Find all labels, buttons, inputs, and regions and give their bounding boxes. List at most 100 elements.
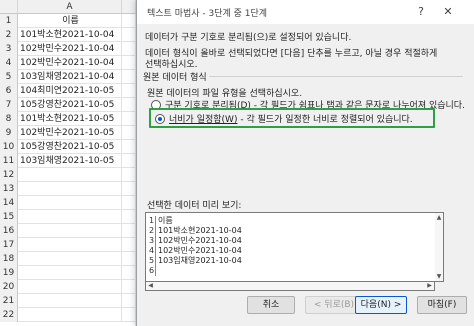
cell-a[interactable] [20, 182, 122, 196]
radio-fixed-width[interactable] [155, 113, 165, 124]
cell-a[interactable]: 105강영찬2021-10-05 [20, 140, 122, 154]
sheet-row: 5 103임채영2021-10-04 [0, 70, 140, 84]
cell-a[interactable]: 102박민수2021-10-04 [20, 42, 122, 56]
row-number[interactable]: 15 [0, 210, 18, 224]
cell-a[interactable]: 102박민수2021-10-04 [20, 56, 122, 70]
preview-row: 1 이름 [148, 216, 173, 226]
sheet-row: 22 [0, 308, 140, 322]
sheet-row: 1 이름 [0, 14, 140, 28]
data-preview[interactable]: 1 이름 2 101박소현2021-10-04 3 102박민수2021-10-04 4 10… [145, 212, 443, 282]
cell-a[interactable] [20, 308, 122, 322]
preview-row-value: 101박소현2021-10-04 [158, 226, 242, 235]
cell-a[interactable] [20, 224, 122, 238]
preview-row-value: 102박민수2021-10-04 [158, 236, 242, 245]
preview-row: 4 102박민수2021-10-04 [148, 246, 242, 256]
column-header-b[interactable] [122, 0, 136, 14]
preview-row-number: 1 [148, 216, 156, 226]
cell-a[interactable]: 104최미연2021-10-05 [20, 84, 122, 98]
row-number[interactable]: 7 [0, 98, 18, 112]
intro-text-3: 선택하십시오. [145, 60, 198, 70]
text-import-wizard-dialog: 텍스트 마법사 - 3단계 중 1단계 ? ✕ 데이터가 구분 기호로 분리됨(… [136, 0, 474, 326]
sheet-row: 12 [0, 168, 140, 182]
intro-text-1: 데이터가 구분 기호로 분리됨(으)로 설정되어 있습니다. [145, 33, 352, 43]
cell-a[interactable]: 102박민수2021-10-05 [20, 126, 122, 140]
cancel-button[interactable]: 취소 [247, 296, 295, 314]
preview-row: 6 [148, 266, 158, 276]
row-number[interactable]: 5 [0, 70, 18, 84]
sheet-row: 21 [0, 294, 140, 308]
preview-label: 선택한 데이터 미리 보기: [147, 201, 242, 211]
row-number[interactable]: 8 [0, 112, 18, 126]
dialog-title: 텍스트 마법사 - 3단계 중 1단계 [147, 9, 268, 19]
sheet-row: 16 [0, 224, 140, 238]
cell-a[interactable]: 103임채영2021-10-05 [20, 154, 122, 168]
column-header-a[interactable]: A [18, 0, 122, 14]
sheet-row: 2 101박소현2021-10-04 [0, 28, 140, 42]
cell-a[interactable] [20, 168, 122, 182]
scroll-left-icon[interactable]: ◀ [146, 282, 155, 290]
next-button[interactable]: 다음(N) > [355, 296, 407, 314]
cell-a[interactable] [20, 210, 122, 224]
row-number[interactable]: 20 [0, 280, 18, 294]
cell-a[interactable]: 105강영찬2021-10-05 [20, 98, 122, 112]
preview-vertical-scrollbar[interactable]: ▲ ▼ [435, 212, 444, 282]
row-number[interactable]: 18 [0, 252, 18, 266]
row-number[interactable]: 9 [0, 126, 18, 140]
preview-row: 5 103임채영2021-10-04 [148, 256, 242, 266]
cell-a[interactable]: 101박소현2021-10-04 [20, 28, 122, 42]
row-number[interactable]: 12 [0, 168, 18, 182]
row-number[interactable]: 21 [0, 294, 18, 308]
select-all-corner[interactable] [0, 0, 18, 14]
cell-a[interactable] [20, 294, 122, 308]
row-number[interactable]: 10 [0, 140, 18, 154]
sheet-row: 6 104최미연2021-10-05 [0, 84, 140, 98]
preview-row-number: 5 [148, 256, 156, 266]
sheet-row: 4 102박민수2021-10-04 [0, 56, 140, 70]
sheet-row: 8 101박소현2021-10-05 [0, 112, 140, 126]
sheet-row: 20 [0, 280, 140, 294]
cell-a[interactable]: 이름 [20, 14, 122, 28]
row-number[interactable]: 13 [0, 182, 18, 196]
sheet-row: 17 [0, 238, 140, 252]
option-fixed-label: 너비가 일정함(W) [169, 115, 238, 125]
sheet-row: 19 [0, 266, 140, 280]
preview-horizontal-scrollbar[interactable]: ◀ ▶ [145, 282, 435, 291]
sheet-row: 15 [0, 210, 140, 224]
preview-row: 3 102박민수2021-10-04 [148, 236, 242, 246]
row-number[interactable]: 2 [0, 28, 18, 42]
scroll-up-icon[interactable]: ▲ [435, 213, 443, 222]
close-button[interactable]: ✕ [437, 3, 459, 21]
row-number[interactable]: 3 [0, 42, 18, 56]
row-number[interactable]: 16 [0, 224, 18, 238]
scroll-right-icon[interactable]: ▶ [425, 282, 434, 290]
cell-a[interactable] [20, 252, 122, 266]
row-number[interactable]: 6 [0, 84, 18, 98]
sheet-row: 13 [0, 182, 140, 196]
row-number[interactable]: 11 [0, 154, 18, 168]
group-title: 원본 데이터 형식 [141, 70, 209, 83]
sheet-row: 14 [0, 196, 140, 210]
help-button[interactable]: ? [413, 4, 429, 20]
sheet-row: 9 102박민수2021-10-05 [0, 126, 140, 140]
cell-a[interactable] [20, 266, 122, 280]
finish-button[interactable]: 마침(F) [417, 296, 467, 314]
row-number[interactable]: 19 [0, 266, 18, 280]
option-fixed-width[interactable]: 너비가 일정함(W) - 각 필드가 일정한 너비로 정렬되어 있습니다. [155, 112, 413, 126]
scroll-down-icon[interactable]: ▼ [435, 272, 443, 281]
cell-a[interactable] [20, 280, 122, 294]
cell-a[interactable] [20, 196, 122, 210]
row-number[interactable]: 17 [0, 238, 18, 252]
preview-row-number: 3 [148, 236, 156, 246]
cell-a[interactable]: 103임채영2021-10-04 [20, 70, 122, 84]
row-number[interactable]: 1 [0, 14, 18, 28]
cell-a[interactable] [20, 238, 122, 252]
preview-row: 2 101박소현2021-10-04 [148, 226, 242, 236]
row-number[interactable]: 22 [0, 308, 18, 322]
preview-row-value: 이름 [158, 216, 173, 225]
row-number[interactable]: 14 [0, 196, 18, 210]
sheet-row: 18 [0, 252, 140, 266]
row-number[interactable]: 4 [0, 56, 18, 70]
cell-a[interactable]: 101박소현2021-10-05 [20, 112, 122, 126]
preview-row-value: 103임채영2021-10-04 [158, 256, 242, 265]
sheet-row: 7 105강영찬2021-10-05 [0, 98, 140, 112]
